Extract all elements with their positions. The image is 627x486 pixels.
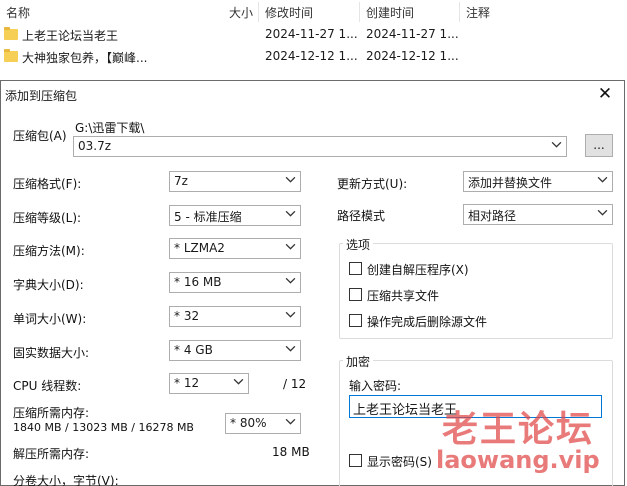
format-label: 压缩格式(F): bbox=[13, 177, 82, 191]
add-to-archive-dialog: 添加到压缩包 ✕ 压缩包(A) G:\迅雷下载\ 03.7z ... 压缩格式(… bbox=[0, 80, 625, 486]
threads-value: * 12 bbox=[174, 376, 200, 390]
chevron-down-icon[interactable] bbox=[285, 241, 296, 255]
dialog-title: 添加到压缩包 bbox=[5, 89, 78, 103]
file-created: 2024-11-27 1... bbox=[366, 27, 459, 41]
memory-compress-label: 压缩所需内存: bbox=[13, 406, 90, 420]
dictionary-value: * 16 MB bbox=[174, 275, 222, 289]
format-select[interactable]: 7z bbox=[169, 171, 301, 192]
file-row[interactable]: 上老王论坛当老王 2024-11-27 1... 2024-11-27 1... bbox=[0, 24, 627, 46]
shared-files-checkbox[interactable] bbox=[349, 288, 362, 301]
file-name: 大神独家包养，【巅峰... bbox=[22, 51, 148, 65]
word-size-value: * 32 bbox=[174, 309, 200, 323]
chevron-down-icon[interactable] bbox=[597, 207, 608, 221]
threads-select[interactable]: * 12 bbox=[169, 373, 249, 394]
path-mode-select[interactable]: 相对路径 bbox=[463, 204, 613, 225]
column-comment[interactable]: 注释 bbox=[466, 4, 490, 21]
show-password-label[interactable]: 显示密码(S) bbox=[367, 453, 432, 470]
chevron-down-icon[interactable] bbox=[285, 416, 296, 430]
encryption-title: 加密 bbox=[343, 353, 374, 370]
column-divider[interactable] bbox=[359, 2, 360, 22]
chevron-down-icon[interactable] bbox=[597, 174, 608, 188]
chevron-down-icon[interactable] bbox=[233, 376, 244, 390]
memory-compress-detail: 1840 MB / 13023 MB / 16278 MB bbox=[13, 421, 194, 434]
method-value: * LZMA2 bbox=[174, 241, 225, 255]
chevron-down-icon[interactable] bbox=[285, 174, 296, 188]
show-password-checkbox[interactable] bbox=[349, 454, 362, 467]
chevron-down-icon[interactable] bbox=[285, 343, 296, 357]
path-mode-value: 相对路径 bbox=[468, 209, 517, 223]
file-explorer-list: 名称 大小 修改时间 创建时间 注释 上老王论坛当老王 2024-11-27 1… bbox=[0, 0, 627, 80]
archive-name-combo[interactable]: 03.7z bbox=[73, 136, 567, 157]
archive-name-value: 03.7z bbox=[78, 139, 112, 153]
file-created: 2024-12-12 1... bbox=[366, 49, 459, 63]
column-modified[interactable]: 修改时间 bbox=[265, 4, 313, 21]
shared-files-label[interactable]: 压缩共享文件 bbox=[367, 287, 439, 304]
path-mode-label: 路径模式 bbox=[337, 209, 386, 223]
threads-total: / 12 bbox=[283, 377, 307, 391]
password-input[interactable]: 上老王论坛当老王 bbox=[349, 395, 602, 418]
browse-button[interactable]: ... bbox=[585, 134, 613, 157]
options-title: 选项 bbox=[343, 236, 374, 253]
chevron-down-icon[interactable] bbox=[285, 309, 296, 323]
chevron-down-icon[interactable] bbox=[551, 139, 562, 153]
column-name[interactable]: 名称 bbox=[6, 4, 30, 21]
solid-size-value: * 4 GB bbox=[174, 343, 213, 357]
level-label: 压缩等级(L): bbox=[13, 211, 82, 225]
dictionary-select[interactable]: * 16 MB bbox=[169, 272, 301, 293]
memory-decompress-value: 18 MB bbox=[272, 445, 310, 459]
column-size[interactable]: 大小 bbox=[229, 4, 253, 21]
column-divider[interactable] bbox=[258, 2, 259, 22]
sfx-checkbox[interactable] bbox=[349, 262, 362, 275]
archive-path: G:\迅雷下载\ bbox=[75, 121, 145, 135]
delete-after-checkbox[interactable] bbox=[349, 314, 362, 327]
update-mode-value: 添加并替换文件 bbox=[468, 176, 553, 190]
folder-icon bbox=[4, 49, 18, 62]
split-size-label: 分卷大小，字节(V): bbox=[13, 474, 119, 486]
level-value: 5 - 标准压缩 bbox=[174, 210, 242, 224]
dictionary-label: 字典大小(D): bbox=[13, 278, 84, 292]
password-value: 上老王论坛当老王 bbox=[353, 403, 458, 418]
column-divider[interactable] bbox=[459, 2, 460, 22]
archive-label: 压缩包(A) bbox=[13, 129, 67, 143]
word-size-label: 单词大小(W): bbox=[13, 312, 87, 326]
method-label: 压缩方法(M): bbox=[13, 244, 85, 258]
close-icon[interactable]: ✕ bbox=[594, 83, 616, 105]
chevron-down-icon[interactable] bbox=[285, 275, 296, 289]
level-select[interactable]: 5 - 标准压缩 bbox=[169, 205, 301, 226]
memory-percent-select[interactable]: * 80% bbox=[225, 413, 301, 434]
memory-decompress-label: 解压所需内存: bbox=[13, 447, 90, 461]
memory-percent-value: * 80% bbox=[230, 416, 267, 430]
delete-after-label[interactable]: 操作完成后删除源文件 bbox=[367, 313, 487, 330]
chevron-down-icon[interactable] bbox=[285, 208, 296, 222]
update-mode-select[interactable]: 添加并替换文件 bbox=[463, 171, 613, 192]
file-modified: 2024-11-27 1... bbox=[265, 27, 358, 41]
word-size-select[interactable]: * 32 bbox=[169, 306, 301, 327]
solid-size-select[interactable]: * 4 GB bbox=[169, 340, 301, 361]
sfx-label[interactable]: 创建自解压程序(X) bbox=[367, 261, 469, 278]
column-created[interactable]: 创建时间 bbox=[366, 4, 414, 21]
file-row[interactable]: 大神独家包养，【巅峰... 2024-12-12 1... 2024-12-12… bbox=[0, 46, 627, 68]
threads-label: CPU 线程数: bbox=[13, 379, 82, 393]
file-name: 上老王论坛当老王 bbox=[22, 29, 119, 43]
solid-size-label: 固实数据大小: bbox=[13, 346, 90, 360]
dialog-titlebar[interactable]: 添加到压缩包 ✕ bbox=[1, 81, 624, 107]
password-label: 输入密码: bbox=[349, 379, 402, 393]
file-modified: 2024-12-12 1... bbox=[265, 49, 358, 63]
format-value: 7z bbox=[174, 174, 188, 188]
column-header-row: 名称 大小 修改时间 创建时间 注释 bbox=[0, 0, 627, 24]
folder-icon bbox=[4, 27, 18, 40]
method-select[interactable]: * LZMA2 bbox=[169, 238, 301, 259]
update-mode-label: 更新方式(U): bbox=[337, 177, 408, 191]
